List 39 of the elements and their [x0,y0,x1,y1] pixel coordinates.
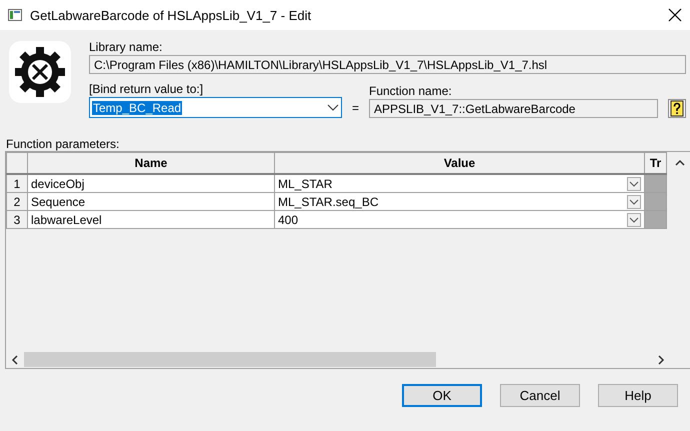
row-number[interactable]: 1 [6,174,28,192]
window-icon [8,8,22,22]
value-cell[interactable]: ML_STAR.seq_BC [274,192,644,210]
function-name-field: APPSLIB_V1_7::GetLabwareBarcode [369,99,658,118]
dropdown-icon[interactable] [627,212,641,226]
table-cell [644,174,666,192]
field-label: Function name: [369,84,453,99]
column-header[interactable]: Tr [644,152,666,174]
field-label: Library name: [89,40,164,55]
field-label: [Bind return value to:] [89,82,204,97]
dropdown-icon[interactable] [627,176,641,190]
scroll-right-icon[interactable] [656,354,666,364]
close-icon[interactable] [668,8,682,22]
dialog-button[interactable]: OK [402,384,482,407]
value-cell[interactable]: 400 [274,210,644,228]
bind-dropdown[interactable]: Temp_BC_Read [89,97,342,118]
combo-value: Temp_BC_Read [92,100,182,114]
table-cell [644,192,666,210]
scroll-left-icon[interactable] [10,354,20,364]
help-icon[interactable] [668,99,686,118]
row-number[interactable]: 3 [6,210,28,228]
window-title: GetLabwareBarcode of HSLAppsLib_V1_7 - Edit [30,8,312,22]
scroll-up-icon[interactable] [675,158,685,168]
chevron-icon [327,104,339,112]
equals-sign: = [350,101,360,117]
section-label: Function parameters: [6,137,120,151]
column-header[interactable]: Value [274,152,644,174]
dropdown-icon[interactable] [627,194,641,208]
name-cell: labwareLevel [28,210,274,228]
column-header[interactable]: Name [28,152,274,174]
name-cell: Sequence [28,192,274,210]
row-number[interactable]: 2 [6,192,28,210]
dialog-button[interactable]: Help [598,384,678,407]
scroll-thumb[interactable] [24,352,436,367]
name-cell: deviceObj [28,174,274,192]
library-path-field: C:\Program Files (x86)\HAMILTON\Library\HSLAppsLib_V1_7\HSLAppsLib_V1_7.hsl [89,55,686,74]
dialog-button[interactable]: Cancel [500,384,580,407]
value-cell[interactable]: ML_STAR [274,174,644,192]
table-cell [644,210,666,228]
